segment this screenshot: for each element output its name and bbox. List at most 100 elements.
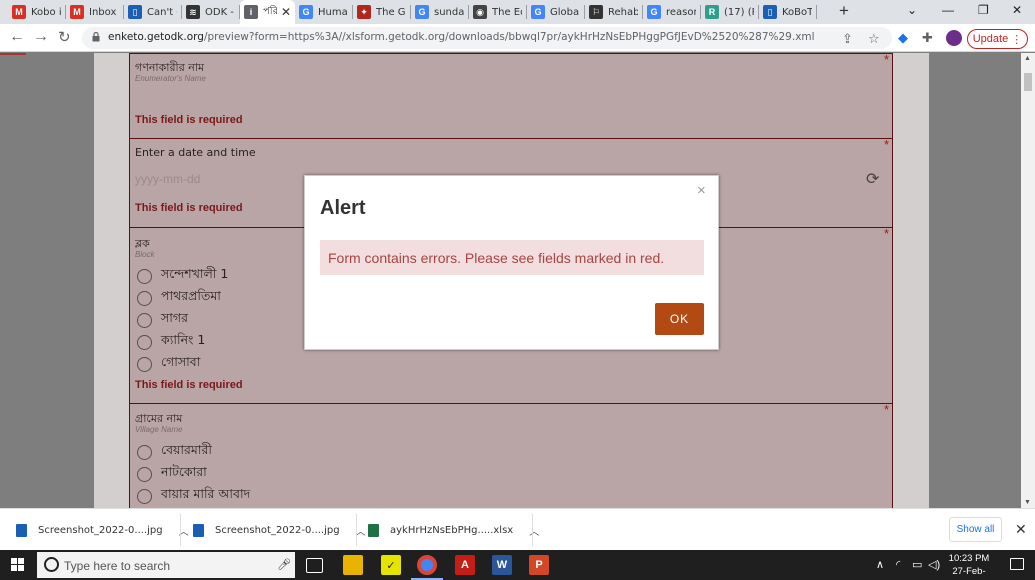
browser-tab[interactable]: M Inbox (: [66, 0, 124, 24]
download-filename: aykHrHzNsEbPHg.....xlsx: [390, 524, 514, 536]
restore-button[interactable]: ❐: [978, 3, 989, 17]
radio-option[interactable]: পাথরপ্রতিমা: [137, 288, 221, 308]
minimize-button[interactable]: —: [942, 3, 954, 17]
windows-start-icon[interactable]: [11, 558, 25, 572]
chrome-icon[interactable]: [417, 555, 437, 575]
acrobat-icon[interactable]: A: [455, 555, 475, 575]
ok-button[interactable]: OK: [655, 303, 704, 335]
radio-circle[interactable]: [137, 268, 152, 284]
update-button[interactable]: Update ⋮: [967, 29, 1028, 49]
chevron-up-icon[interactable]: ︿: [356, 523, 366, 538]
show-all-button[interactable]: Show all: [949, 517, 1002, 542]
taskbar-search-input[interactable]: Type here to search 🎤︎: [37, 552, 295, 578]
download-item[interactable]: aykHrHzNsEbPHg.....xlsx ︿: [368, 509, 539, 551]
browser-tab[interactable]: ▯ KoBoTo: [759, 0, 817, 24]
radio-option[interactable]: নাটকোরা: [137, 464, 207, 484]
radio-label: পাথরপ্রতিমা: [161, 288, 221, 303]
radio-circle[interactable]: [137, 444, 152, 460]
download-item[interactable]: Screenshot_2022-0....jpg ︿: [193, 509, 366, 551]
new-tab-button[interactable]: +: [839, 1, 849, 21]
tab-label: Kobo in: [31, 6, 61, 18]
taskbar-clock[interactable]: 10:23 PM 27-Feb-22: [948, 552, 990, 580]
chevron-up-icon[interactable]: ︿: [529, 523, 539, 538]
browser-tab[interactable]: ≋ ODK -: [182, 0, 240, 24]
url-text[interactable]: enketo.getodk.org/preview?form=https%3A/…: [108, 31, 815, 43]
powerpoint-icon[interactable]: P: [529, 555, 549, 575]
notification-icon[interactable]: [1010, 558, 1024, 570]
close-icon[interactable]: ×: [697, 182, 706, 199]
radio-circle[interactable]: [137, 488, 152, 504]
browser-tab[interactable]: G Global: [527, 0, 585, 24]
radio-option[interactable]: সাগর: [137, 310, 188, 330]
browser-tab[interactable]: Gsundar: [411, 0, 469, 24]
radio-option[interactable]: বায়ার মারি আবাদ: [137, 486, 250, 506]
divider: [180, 514, 181, 546]
tray-expand-icon[interactable]: ∧: [876, 558, 884, 571]
required-marker: *: [883, 137, 889, 152]
tab-label: Human: [318, 6, 348, 18]
close-window-button[interactable]: ✕: [1012, 3, 1022, 17]
word-icon[interactable]: W: [492, 555, 512, 575]
scrollbar-thumb[interactable]: [1024, 73, 1032, 91]
radio-circle[interactable]: [137, 334, 152, 350]
refresh-icon[interactable]: ⟳: [866, 169, 879, 189]
library-icon: ⚐: [589, 5, 603, 19]
error-message: This field is required: [135, 202, 243, 214]
bookmark-star-icon[interactable]: ☆: [868, 31, 880, 47]
radio-option[interactable]: ক্যানিং 1: [137, 332, 205, 352]
sticky-notes-icon[interactable]: ✓: [381, 555, 401, 575]
radio-circle[interactable]: [137, 312, 152, 328]
radio-option[interactable]: গোসাবা: [137, 354, 200, 374]
lock-icon[interactable]: [92, 32, 100, 42]
extension-icon[interactable]: ◆: [898, 30, 908, 46]
browser-tab[interactable]: M Kobo in: [8, 0, 66, 24]
researchgate-icon: R: [705, 5, 719, 19]
profile-avatar[interactable]: [946, 30, 962, 46]
scroll-up-icon[interactable]: ▲: [1024, 55, 1031, 62]
image-file-icon: [16, 523, 27, 537]
microphone-icon[interactable]: 🎤︎: [277, 558, 291, 571]
download-bar: Screenshot_2022-0....jpg ︿ Screenshot_20…: [0, 508, 1035, 550]
task-view-icon[interactable]: [306, 558, 323, 573]
reload-icon[interactable]: ↻: [58, 28, 71, 46]
browser-tab[interactable]: ▯ Can't g: [124, 0, 182, 24]
browser-tab[interactable]: R (17) (P: [701, 0, 759, 24]
tab-search-icon[interactable]: ⌄: [907, 3, 917, 17]
divider: [356, 514, 357, 546]
share-icon[interactable]: ⇪: [842, 31, 853, 47]
tab-label: sundar: [434, 6, 464, 18]
question-hint: Enumerator's Name: [135, 74, 206, 83]
radio-circle[interactable]: [137, 290, 152, 306]
question-enumerator-name[interactable]: গণনাকারীর নাম Enumerator's Name * This f…: [129, 53, 893, 139]
scroll-down-icon[interactable]: ▼: [1024, 499, 1031, 506]
download-item[interactable]: Screenshot_2022-0....jpg ︿: [16, 509, 189, 551]
browser-tab[interactable]: G Human: [295, 0, 353, 24]
alert-dialog: Alert × Form contains errors. Please see…: [304, 175, 719, 350]
radio-option[interactable]: বেয়ারমারী: [137, 442, 212, 462]
question-village-name[interactable]: গ্রামের নাম Village Name * বেয়ারমারী না…: [129, 402, 893, 508]
page-scrollbar[interactable]: ▲ ▼: [1021, 53, 1035, 508]
radio-circle[interactable]: [137, 356, 152, 372]
radio-label: ক্যানিং 1: [161, 332, 206, 347]
close-icon[interactable]: ✕: [1015, 521, 1027, 538]
radio-circle[interactable]: [137, 466, 152, 482]
browser-tab[interactable]: Greason: [643, 0, 701, 24]
error-alert-message: Form contains errors. Please see fields …: [320, 240, 704, 275]
extensions-puzzle-icon[interactable]: ✚: [922, 30, 933, 46]
required-marker: *: [883, 402, 889, 417]
forward-icon[interactable]: →: [33, 28, 49, 46]
header-accent: [0, 53, 26, 55]
wifi-icon[interactable]: ◜: [896, 558, 900, 571]
browser-tab[interactable]: ◉ The Ed: [469, 0, 527, 24]
address-bar[interactable]: enketo.getodk.org/preview?form=https%3A/…: [82, 27, 892, 49]
browser-tab[interactable]: ⚐ Rehabi: [585, 0, 643, 24]
battery-icon[interactable]: ▭: [912, 558, 922, 571]
volume-icon[interactable]: ◁): [928, 558, 940, 571]
file-explorer-icon[interactable]: [343, 555, 363, 575]
browser-tab[interactable]: ✦ The Gu: [353, 0, 411, 24]
radio-option[interactable]: সন্দেশখালী 1: [137, 266, 228, 286]
browser-tab[interactable]: i পরি ✕: [240, 0, 295, 24]
close-tab-icon[interactable]: ✕: [281, 5, 291, 19]
back-icon[interactable]: ←: [9, 28, 25, 46]
date-input[interactable]: yyyy-mm-dd: [135, 172, 200, 186]
